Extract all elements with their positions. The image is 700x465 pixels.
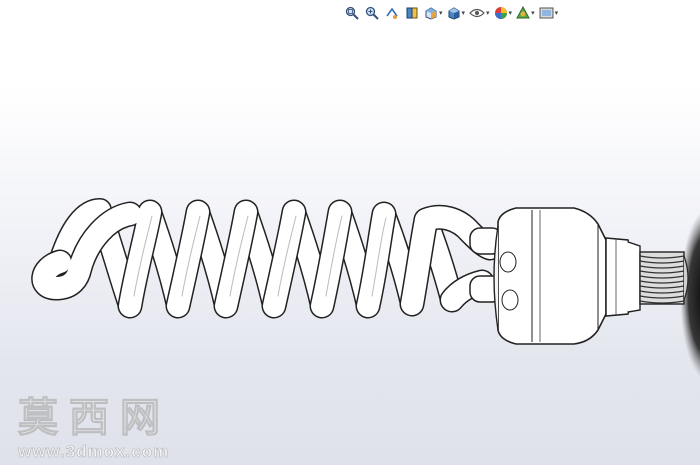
ballast-housing <box>493 207 607 345</box>
bulb-neck <box>605 237 641 317</box>
watermark: 莫西网 www.3dmox.com <box>18 394 218 462</box>
graphics-viewport[interactable]: ▾ ▾ ▾ ▾ ▾ ▾ 莫西网 www.3dmox.com <box>0 0 700 465</box>
screw-base <box>639 251 689 305</box>
watermark-url: www.3dmox.com <box>18 442 170 462</box>
watermark-title: 莫西网 <box>18 394 171 441</box>
